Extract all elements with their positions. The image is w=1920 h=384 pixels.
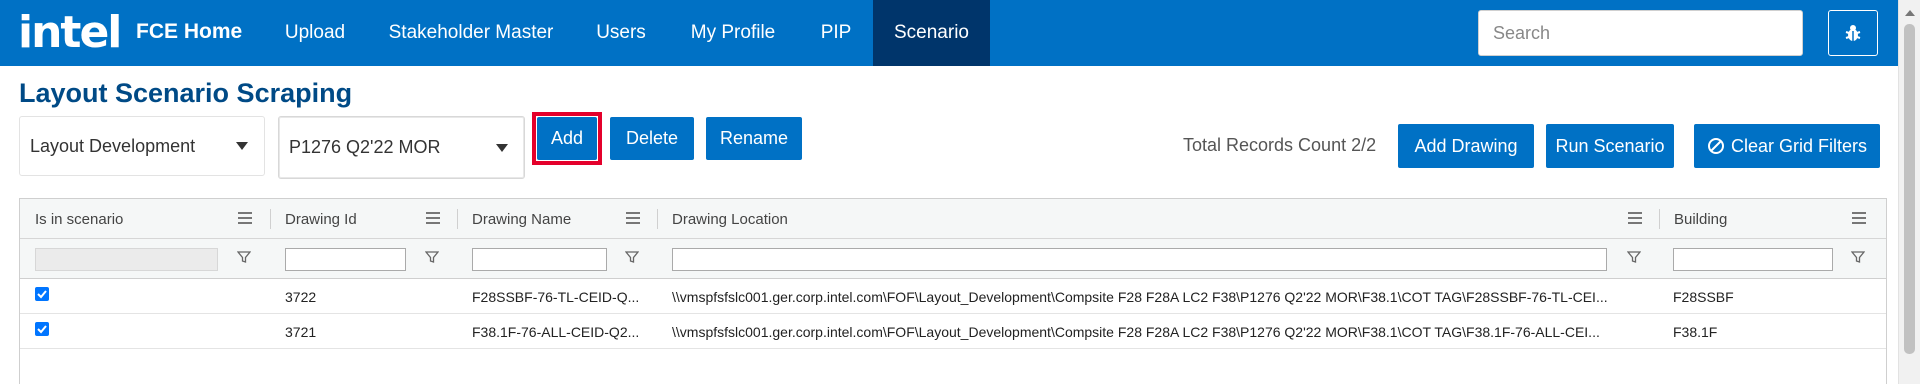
app-title[interactable]: FCE Home	[136, 20, 242, 44]
category-select[interactable]: Layout Development	[19, 116, 265, 176]
in-scenario-checkbox[interactable]	[35, 322, 49, 336]
drawing-id-cell: 3721	[285, 323, 317, 340]
column-menu-icon[interactable]	[426, 212, 440, 224]
nav-scenario[interactable]: Scenario	[873, 0, 990, 66]
total-records-count: Total Records Count 2/2	[1183, 135, 1377, 155]
scenario-select[interactable]: P1276 Q2'22 MOR	[278, 116, 525, 179]
filter-icon[interactable]	[425, 250, 439, 264]
page-scrollbar[interactable]	[1898, 0, 1920, 384]
in-scenario-checkbox[interactable]	[35, 287, 49, 301]
scroll-up-arrow-icon[interactable]	[1905, 10, 1915, 16]
search-input[interactable]	[1478, 10, 1803, 56]
add-drawing-button[interactable]: Add Drawing	[1398, 124, 1534, 168]
add-button[interactable]: Add	[537, 117, 597, 160]
clear-grid-filters-label: Clear Grid Filters	[1730, 135, 1868, 156]
column-menu-icon[interactable]	[1852, 212, 1866, 224]
grid-filter-row	[20, 239, 1886, 279]
chevron-down-icon	[496, 143, 508, 152]
bug-icon	[1845, 25, 1861, 41]
column-menu-icon[interactable]	[1628, 212, 1642, 224]
column-header-building[interactable]: Building	[1659, 199, 1859, 239]
filter-icon[interactable]	[1851, 250, 1865, 264]
table-row[interactable]: 3721 F38.1F-76-ALL-CEID-Q2... \\vmspfsfs…	[20, 314, 1886, 349]
filter-icon[interactable]	[1627, 250, 1641, 264]
check-icon	[37, 290, 47, 299]
intel-logo[interactable]: intel	[18, 10, 122, 56]
clear-grid-filters-button[interactable]: Clear Grid Filters	[1694, 124, 1880, 168]
run-scenario-button[interactable]: Run Scenario	[1546, 124, 1674, 168]
nav-my-profile[interactable]: My Profile	[678, 0, 788, 66]
drawing-id-filter-input[interactable]	[285, 248, 406, 271]
drawing-location-filter-input[interactable]	[672, 248, 1607, 271]
filter-icon[interactable]	[625, 250, 639, 264]
column-menu-icon[interactable]	[626, 212, 640, 224]
column-header-drawing-location[interactable]: Drawing Location	[657, 199, 1659, 239]
nav-users[interactable]: Users	[584, 0, 658, 66]
page-title: Layout Scenario Scraping	[19, 78, 353, 108]
grid-header: Is in scenario Drawing Id Drawing Name D…	[20, 199, 1886, 239]
is-in-scenario-filter-input	[35, 248, 218, 271]
table-row[interactable]: 3722 F28SSBF-76-TL-CEID-Q... \\vmspfsfsl…	[20, 279, 1886, 314]
nav-stakeholder-master[interactable]: Stakeholder Master	[378, 0, 564, 66]
check-icon	[37, 325, 47, 334]
delete-button[interactable]: Delete	[610, 117, 694, 160]
drawing-id-cell: 3722	[285, 288, 317, 305]
drawing-location-cell: \\vmspfsfslc001.ger.corp.intel.com\FOF\L…	[672, 288, 1608, 305]
nav-pip[interactable]: PIP	[806, 0, 866, 66]
drawing-name-cell: F28SSBF-76-TL-CEID-Q...	[472, 288, 640, 305]
category-select-value: Layout Development	[30, 135, 196, 156]
column-menu-icon[interactable]	[238, 212, 252, 224]
drawings-grid: Is in scenario Drawing Id Drawing Name D…	[19, 198, 1887, 384]
scroll-thumb[interactable]	[1904, 24, 1915, 354]
column-header-is-in-scenario[interactable]: Is in scenario	[20, 199, 270, 239]
top-navbar: intel FCE Home Upload Stakeholder Master…	[0, 0, 1898, 66]
drawing-name-cell: F38.1F-76-ALL-CEID-Q2...	[472, 323, 640, 340]
scenario-select-value: P1276 Q2'22 MOR	[289, 137, 441, 157]
ban-icon	[1707, 138, 1724, 154]
building-cell: F38.1F	[1673, 323, 1718, 340]
building-filter-input[interactable]	[1673, 248, 1833, 271]
report-bug-button[interactable]	[1828, 10, 1878, 56]
chevron-down-icon	[236, 142, 248, 150]
filter-icon[interactable]	[237, 250, 251, 264]
drawing-location-cell: \\vmspfsfslc001.ger.corp.intel.com\FOF\L…	[672, 323, 1600, 340]
rename-button[interactable]: Rename	[706, 117, 802, 160]
nav-upload[interactable]: Upload	[272, 0, 358, 66]
building-cell: F28SSBF	[1673, 288, 1734, 305]
drawing-name-filter-input[interactable]	[472, 248, 607, 271]
